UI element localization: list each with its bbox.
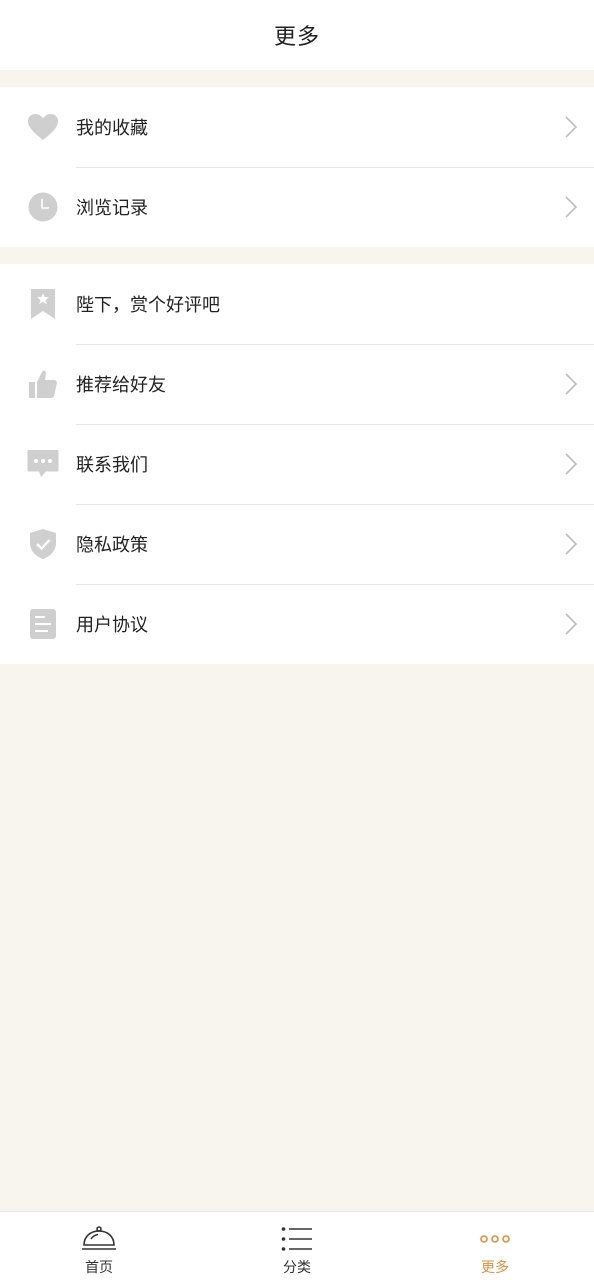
cloche-icon bbox=[81, 1224, 117, 1254]
menu-item-user-agreement[interactable]: 用户协议 bbox=[0, 584, 594, 664]
heart-icon bbox=[27, 111, 59, 143]
menu-group-personal: 我的收藏 浏览记录 bbox=[0, 87, 594, 247]
menu-item-contact-us[interactable]: 联系我们 bbox=[0, 424, 594, 504]
menu-item-rate-app[interactable]: 陛下，赏个好评吧 bbox=[0, 264, 594, 344]
menu-item-label: 隐私政策 bbox=[76, 535, 148, 556]
list-icon bbox=[279, 1224, 315, 1254]
menu-item-label: 浏览记录 bbox=[76, 198, 148, 219]
tab-label: 分类 bbox=[283, 1260, 311, 1276]
chevron-right-icon bbox=[564, 532, 578, 556]
tab-category[interactable]: 分类 bbox=[198, 1212, 396, 1280]
page-title: 更多 bbox=[273, 25, 320, 50]
menu-item-privacy-policy[interactable]: 隐私政策 bbox=[0, 504, 594, 584]
menu-item-label: 我的收藏 bbox=[76, 118, 148, 139]
shield-check-icon bbox=[27, 528, 59, 560]
menu-item-label: 联系我们 bbox=[76, 455, 148, 476]
nav-header: 更多 bbox=[0, 0, 594, 70]
bottom-tab-bar: 首页 分类 更多 bbox=[0, 1211, 594, 1280]
tab-more[interactable]: 更多 bbox=[396, 1212, 594, 1280]
tab-label: 更多 bbox=[481, 1260, 509, 1276]
more-page: 更多 我的收藏 浏览记录 陛下，赏个好评吧 推荐给好友 联系我们 隐私政策 用户… bbox=[0, 0, 594, 1280]
menu-item-recommend[interactable]: 推荐给好友 bbox=[0, 344, 594, 424]
menu-group-general: 陛下，赏个好评吧 推荐给好友 联系我们 隐私政策 用户协议 bbox=[0, 264, 594, 664]
chevron-right-icon bbox=[564, 372, 578, 396]
tab-home[interactable]: 首页 bbox=[0, 1212, 198, 1280]
tab-label: 首页 bbox=[85, 1260, 113, 1276]
more-dots-icon bbox=[477, 1224, 513, 1254]
menu-item-label: 推荐给好友 bbox=[76, 375, 166, 396]
chevron-right-icon bbox=[564, 195, 578, 219]
chat-bubble-icon bbox=[27, 448, 59, 480]
menu-item-label: 用户协议 bbox=[76, 615, 148, 636]
document-icon bbox=[27, 608, 59, 640]
chevron-right-icon bbox=[564, 115, 578, 139]
bookmark-star-icon bbox=[27, 288, 59, 320]
menu-item-history[interactable]: 浏览记录 bbox=[0, 167, 594, 247]
clock-icon bbox=[27, 191, 59, 223]
chevron-right-icon bbox=[564, 452, 578, 476]
thumbs-up-icon bbox=[27, 368, 59, 400]
menu-item-label: 陛下，赏个好评吧 bbox=[76, 295, 220, 316]
menu-item-favorites[interactable]: 我的收藏 bbox=[0, 87, 594, 167]
chevron-right-icon bbox=[564, 612, 578, 636]
